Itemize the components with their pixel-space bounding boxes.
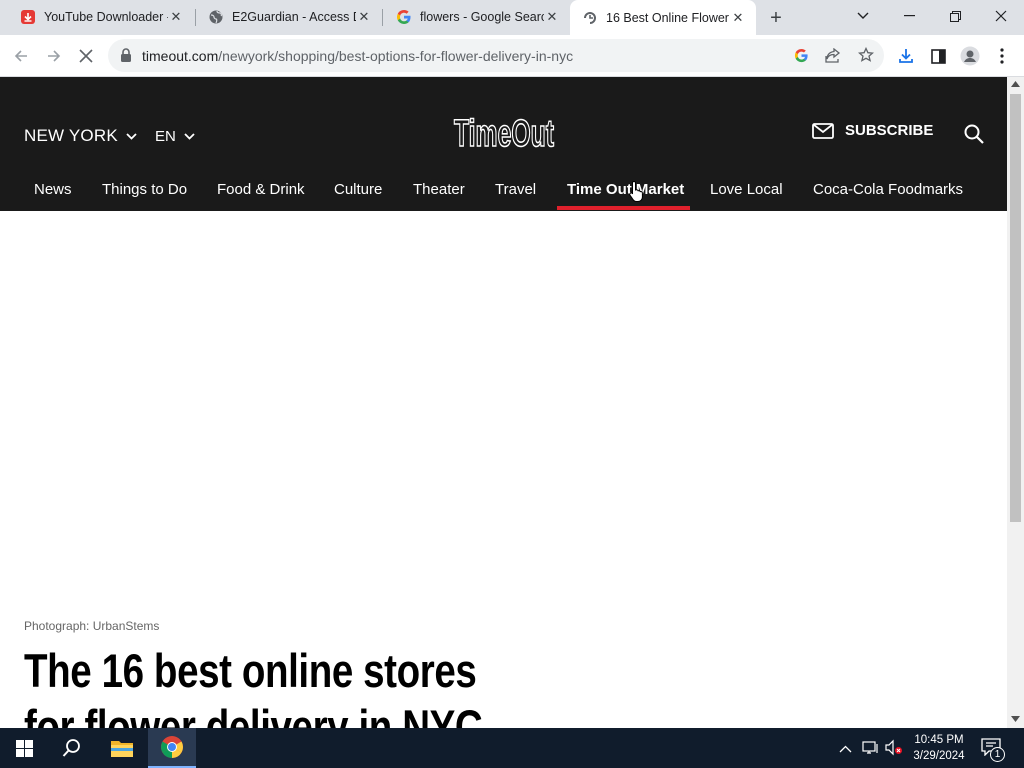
stop-loading-icon[interactable] <box>71 41 101 71</box>
tab-timeout-active[interactable]: 16 Best Online Flower D ✕ <box>570 0 756 35</box>
nav-travel[interactable]: Travel <box>495 181 536 198</box>
tab-title: E2Guardian - Access De <box>232 10 356 24</box>
tab-search-chevron-icon[interactable] <box>840 0 886 32</box>
url-text[interactable]: timeout.com/newyork/shopping/best-option… <box>142 48 573 64</box>
envelope-icon <box>812 122 834 139</box>
nav-time-out-market[interactable]: Time Out Market <box>567 181 684 198</box>
clock-date: 3/29/2024 <box>913 750 965 762</box>
new-tab-button[interactable]: + <box>765 7 787 29</box>
windows-taskbar: 10:45 PM 3/29/2024 1 <box>0 728 1024 768</box>
share-icon[interactable] <box>825 47 841 68</box>
tab-e2guardian[interactable]: E2Guardian - Access De ✕ <box>196 0 382 34</box>
menu-kebab-icon[interactable] <box>987 41 1017 71</box>
notification-count-badge: 1 <box>990 747 1005 762</box>
url-host: timeout.com <box>142 48 219 64</box>
browser-toolbar: timeout.com/newyork/shopping/best-option… <box>0 35 1024 77</box>
timeout-icon <box>582 10 598 26</box>
google-icon <box>396 9 412 25</box>
google-lens-icon[interactable] <box>794 48 809 68</box>
chrome-taskbar-icon[interactable] <box>148 728 196 768</box>
close-tab-icon[interactable]: ✕ <box>168 9 184 25</box>
tab-title: YouTube Downloader - <box>44 10 168 24</box>
file-explorer-icon[interactable] <box>98 728 146 768</box>
notification-center-icon[interactable]: 1 <box>981 738 1005 762</box>
scroll-down-arrow-icon[interactable] <box>1011 716 1020 722</box>
hand-cursor-icon <box>629 180 643 202</box>
restore-icon[interactable] <box>932 0 978 32</box>
minimize-icon[interactable] <box>886 0 932 32</box>
city-label: NEW YORK <box>24 126 118 145</box>
close-tab-icon[interactable]: ✕ <box>544 9 560 25</box>
globe-icon <box>208 9 224 25</box>
timeout-logo[interactable]: TimeOut <box>453 111 555 155</box>
site-header: NEW YORK EN TimeOut SUBSCRIBE News Thing… <box>0 77 1007 211</box>
url-path: /newyork/shopping/best-options-for-flowe… <box>218 48 574 64</box>
tab-separator <box>382 9 383 26</box>
nav-news[interactable]: News <box>34 181 72 198</box>
close-window-icon[interactable] <box>978 0 1024 32</box>
windows-start-icon[interactable] <box>0 728 48 768</box>
nav-theater[interactable]: Theater <box>413 181 465 198</box>
vertical-scrollbar[interactable] <box>1007 77 1024 728</box>
bookmark-star-icon[interactable] <box>857 46 875 68</box>
language-selector[interactable]: EN <box>155 128 195 145</box>
nav-food-drink[interactable]: Food & Drink <box>217 181 305 198</box>
chevron-down-icon <box>184 133 195 140</box>
clock-time: 10:45 PM <box>914 734 964 746</box>
photo-caption: Photograph: UrbanStems <box>24 619 160 633</box>
scroll-up-arrow-icon[interactable] <box>1011 81 1020 87</box>
nav-culture[interactable]: Culture <box>334 181 382 198</box>
forward-arrow-icon[interactable] <box>39 41 69 71</box>
city-selector[interactable]: NEW YORK <box>24 126 137 146</box>
subscribe-button[interactable]: SUBSCRIBE <box>812 122 933 139</box>
timeout-logo-text: TimeOut <box>454 113 554 155</box>
back-arrow-icon[interactable] <box>6 41 36 71</box>
scrollbar-thumb[interactable] <box>1010 94 1021 522</box>
close-tab-icon[interactable]: ✕ <box>730 10 746 26</box>
tab-google-search[interactable]: flowers - Google Searc ✕ <box>384 0 570 34</box>
subscribe-label: SUBSCRIBE <box>845 122 934 139</box>
language-label: EN <box>155 128 176 145</box>
nav-coca-cola-foodmarks[interactable]: Coca-Cola Foodmarks <box>813 181 963 198</box>
search-icon[interactable] <box>48 728 96 768</box>
download-red-icon <box>20 9 36 25</box>
close-tab-icon[interactable]: ✕ <box>356 9 372 25</box>
profile-avatar-icon[interactable] <box>955 41 985 71</box>
nav-love-local[interactable]: Love Local <box>710 181 783 198</box>
volume-muted-icon[interactable] <box>885 739 903 761</box>
chevron-down-icon <box>126 132 137 140</box>
page-content: NEW YORK EN TimeOut SUBSCRIBE News Thing… <box>0 77 1007 728</box>
nav-active-underline <box>557 206 690 210</box>
network-icon[interactable] <box>862 740 880 761</box>
download-icon[interactable] <box>891 41 921 71</box>
search-icon[interactable] <box>962 122 986 146</box>
tab-youtube-downloader[interactable]: YouTube Downloader - ✕ <box>8 0 194 34</box>
side-panel-icon[interactable] <box>923 41 953 71</box>
address-bar[interactable]: timeout.com/newyork/shopping/best-option… <box>108 39 884 72</box>
system-clock[interactable]: 10:45 PM 3/29/2024 <box>906 732 972 764</box>
page-title: The 16 best online stores for flower del… <box>24 644 483 728</box>
nav-things-to-do[interactable]: Things to Do <box>102 181 187 198</box>
tray-chevron-up-icon[interactable] <box>839 740 852 758</box>
tab-title: 16 Best Online Flower D <box>606 10 730 25</box>
lock-icon[interactable] <box>120 48 132 67</box>
tab-title: flowers - Google Searc <box>420 10 544 24</box>
main-navigation: News Things to Do Food & Drink Culture T… <box>0 177 1007 211</box>
browser-tab-strip: YouTube Downloader - ✕ E2Guardian - Acce… <box>0 0 1024 35</box>
